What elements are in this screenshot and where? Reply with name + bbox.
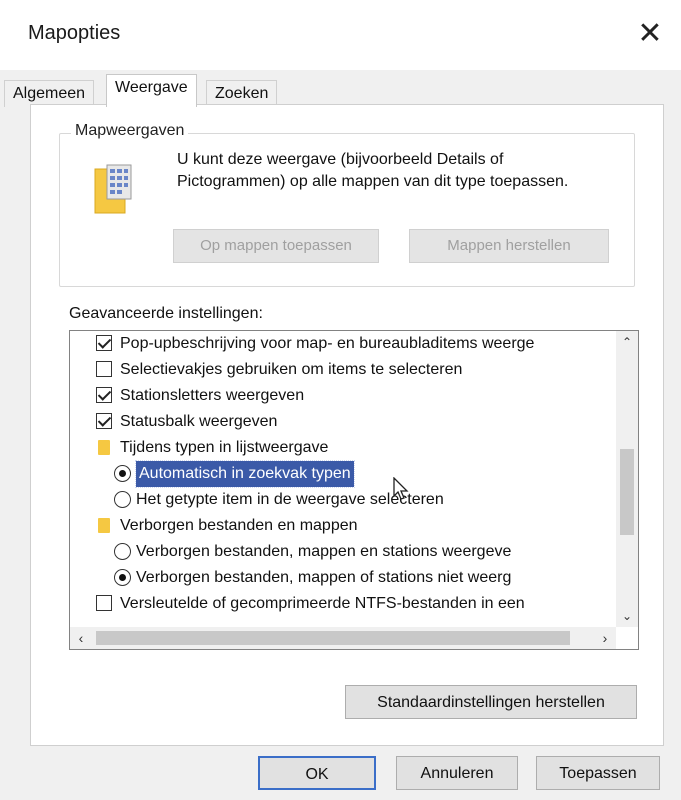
radio-checked[interactable] [114,569,131,586]
scroll-down-icon[interactable]: ⌄ [616,605,638,627]
vertical-scrollbar[interactable]: ⌃ ⌄ [616,331,638,627]
scroll-left-icon[interactable]: ‹ [70,627,92,649]
radio-checked[interactable] [114,465,131,482]
list-item-label-selected: Automatisch in zoekvak typen [135,460,355,488]
list-item-label: Tijdens typen in lijstweergave [120,439,329,456]
scroll-right-icon[interactable]: › [594,627,616,649]
advanced-settings-label: Geavanceerde instellingen: [69,305,263,322]
horizontal-scrollbar[interactable]: ‹ › [70,627,616,649]
list-item-label: Selectievakjes gebruiken om items te sel… [120,361,463,378]
radio[interactable] [114,543,131,560]
list-item-label: Pop-upbeschrijving voor map- en bureaubl… [120,335,535,352]
list-item-label: Statusbalk weergeven [120,413,278,430]
folder-views-description: U kunt deze weergave (bijvoorbeeld Detai… [177,151,569,190]
title-bar: Mapopties ✕ [0,0,681,70]
checkbox-checked[interactable] [96,387,112,403]
tab-weergave[interactable]: Weergave [106,74,197,107]
cancel-button[interactable]: Annuleren [396,756,518,790]
weergave-panel: Mapweergaven U kunt deze weergave (bijvo… [30,104,664,746]
tab-zoeken[interactable]: Zoeken [206,80,278,107]
mouse-cursor-icon [393,477,409,500]
folder-views-icon [94,164,132,214]
radio[interactable] [114,491,131,508]
close-icon[interactable]: ✕ [630,14,670,54]
advanced-settings-list: Pop-upbeschrijving voor map- en bureaubl… [69,330,639,650]
checkbox-checked[interactable] [96,413,112,429]
list-item-label: Verborgen bestanden en mappen [120,517,358,534]
checkbox[interactable] [96,595,112,611]
folder-icon [98,440,110,455]
window-title: Mapopties [28,22,121,44]
checkbox-checked[interactable] [96,335,112,351]
ok-button[interactable]: OK [258,756,376,790]
apply-button[interactable]: Toepassen [536,756,660,790]
list-item-label: Versleutelde of gecomprimeerde NTFS-best… [120,595,525,612]
folder-icon [98,518,110,533]
list-item-label: Verborgen bestanden, mappen of stations … [136,569,512,586]
checkbox[interactable] [96,361,112,377]
list-item-label: Verborgen bestanden, mappen en stations … [136,543,512,560]
vertical-scroll-thumb[interactable] [620,449,634,535]
reset-folders-button[interactable]: Mappen herstellen [409,229,609,263]
folder-views-label: Mapweergaven [71,122,189,140]
horizontal-scroll-thumb[interactable] [96,631,570,645]
scroll-up-icon[interactable]: ⌃ [616,331,638,353]
apply-to-folders-button[interactable]: Op mappen toepassen [173,229,379,263]
tab-algemeen[interactable]: Algemeen [4,80,95,107]
restore-defaults-button[interactable]: Standaardinstellingen herstellen [345,685,637,719]
list-item-label: Stationsletters weergeven [120,387,305,404]
